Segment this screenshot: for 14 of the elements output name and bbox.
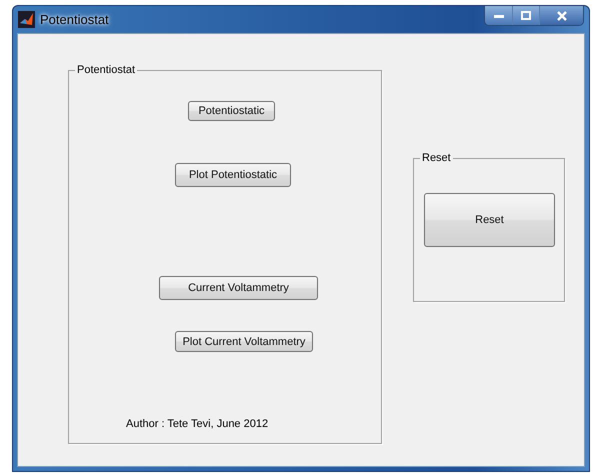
- action-button[interactable]: Plot Current Voltammetry: [175, 331, 313, 352]
- window-title: Potentiostat: [40, 12, 109, 27]
- reset-button[interactable]: Reset: [424, 193, 555, 247]
- minimize-button[interactable]: [485, 6, 512, 25]
- close-icon: [556, 10, 566, 20]
- action-button[interactable]: Current Voltammetry: [159, 276, 318, 300]
- maximize-button[interactable]: [512, 6, 539, 25]
- app-logo-icon: [18, 11, 35, 28]
- minimize-icon: [494, 14, 504, 18]
- author-note: Author : Tete Tevi, June 2012: [126, 418, 268, 430]
- action-button[interactable]: Potentiostatic: [188, 101, 275, 121]
- close-button[interactable]: [539, 6, 583, 25]
- action-button[interactable]: Plot Potentiostatic: [175, 163, 291, 187]
- maximize-icon: [521, 11, 531, 20]
